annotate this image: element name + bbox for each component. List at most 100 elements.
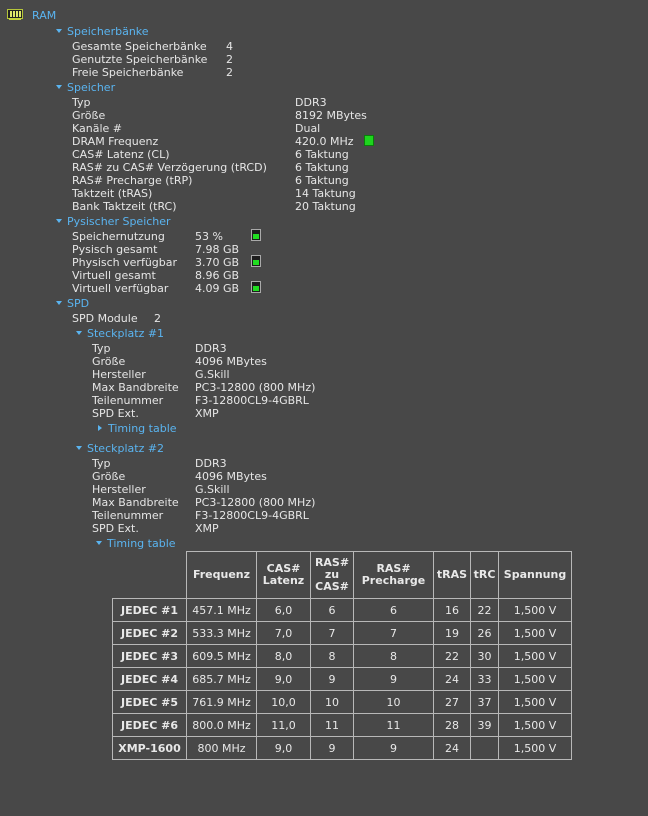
table-row: JEDEC #2 533.3 MHz 7,0 7 7 19 26 1,500 V — [112, 621, 572, 645]
chevron-down-icon[interactable] — [56, 29, 62, 33]
chevron-down-icon[interactable] — [56, 219, 62, 223]
timing-cell — [470, 736, 499, 760]
prop-label: Größe — [92, 355, 126, 368]
usage-gauge-icon — [251, 229, 261, 241]
prop-label: Kanäle # — [72, 122, 123, 135]
tree-root-ram[interactable]: RAM — [32, 9, 56, 22]
timing-cell: 9 — [353, 667, 434, 691]
tree-node-timing-table-2[interactable]: Timing table — [96, 537, 176, 550]
table-row: JEDEC #1 457.1 MHz 6,0 6 6 16 22 1,500 V — [112, 598, 572, 622]
prop-label: Pysisch gesamt — [72, 243, 158, 256]
timing-header-cell: Spannung — [498, 551, 572, 599]
timing-cell: 1,500 V — [498, 621, 572, 645]
timing-cell: 685.7 MHz — [186, 667, 257, 691]
frequency-indicator-icon — [364, 135, 374, 146]
table-row: XMP-1600 800 MHz 9,0 9 9 24 1,500 V — [112, 736, 572, 760]
timing-cell: 8 — [310, 644, 354, 668]
prop-label: DRAM Frequenz — [72, 135, 159, 148]
timing-cell: XMP-1600 — [112, 736, 187, 760]
chevron-right-icon[interactable] — [98, 425, 102, 431]
timing-cell: 6,0 — [256, 598, 311, 622]
prop-label: Taktzeit (tRAS) — [72, 187, 153, 200]
tree-node-timing-table-1[interactable]: Timing table — [98, 422, 177, 435]
prop-value: Dual — [295, 122, 321, 135]
timing-cell: 9 — [353, 736, 434, 760]
prop-value: 3.70 GB — [195, 256, 240, 269]
timing-cell: 7,0 — [256, 621, 311, 645]
prop-value: 420.0 MHz — [295, 135, 354, 148]
prop-label: Typ — [72, 96, 91, 109]
timing-cell: 800.0 MHz — [186, 713, 257, 737]
usage-gauge-icon — [251, 281, 261, 293]
timing-cell: 1,500 V — [498, 598, 572, 622]
tree-node-physical[interactable]: Pysischer Speicher — [56, 215, 171, 228]
timing-cell: 9 — [310, 667, 354, 691]
timing-cell: 1,500 V — [498, 713, 572, 737]
tree-node-spd[interactable]: SPD — [56, 297, 89, 310]
prop-label: Freie Speicherbänke — [72, 66, 184, 79]
prop-value: 14 Taktung — [295, 187, 356, 200]
tree-node-banks[interactable]: Speicherbänke — [56, 25, 149, 38]
timing-cell: 11,0 — [256, 713, 311, 737]
chevron-down-icon[interactable] — [96, 541, 102, 545]
prop-value: 2 — [226, 53, 233, 66]
tree-node-memory[interactable]: Speicher — [56, 81, 115, 94]
prop-value: 7.98 GB — [195, 243, 240, 256]
prop-value: 2 — [226, 66, 233, 79]
timing-cell: 6 — [310, 598, 354, 622]
timing-cell: 533.3 MHz — [186, 621, 257, 645]
prop-value: G.Skill — [195, 368, 230, 381]
tree-node-slot-1[interactable]: Steckplatz #1 — [76, 327, 164, 340]
section-title: Timing table — [107, 537, 176, 550]
section-title: Steckplatz #2 — [87, 442, 165, 455]
section-title: Speicherbänke — [67, 25, 149, 38]
timing-cell: 16 — [433, 598, 471, 622]
prop-label: Max Bandbreite — [92, 496, 179, 509]
timing-cell: 28 — [433, 713, 471, 737]
prop-label: Bank Taktzeit (tRC) — [72, 200, 177, 213]
timing-cell: 1,500 V — [498, 736, 572, 760]
timing-header-cell: RAS# Precharge — [353, 551, 434, 599]
timing-cell: 22 — [470, 598, 499, 622]
timing-cell: 1,500 V — [498, 667, 572, 691]
section-title: SPD — [67, 297, 90, 310]
timing-cell: JEDEC #5 — [112, 690, 187, 714]
prop-label: Hersteller — [92, 368, 146, 381]
timing-header-cell: tRC — [470, 551, 499, 599]
prop-value: 4096 MBytes — [195, 355, 267, 368]
timing-cell: 9,0 — [256, 667, 311, 691]
prop-value: 6 Taktung — [295, 148, 349, 161]
section-title: Timing table — [108, 422, 177, 435]
prop-label: Teilenummer — [92, 509, 164, 522]
prop-value: F3-12800CL9-4GBRL — [195, 509, 309, 522]
timing-cell: 7 — [310, 621, 354, 645]
prop-label: CAS# Latenz (CL) — [72, 148, 170, 161]
timing-cell: 11 — [310, 713, 354, 737]
section-title: Speicher — [67, 81, 116, 94]
chevron-down-icon[interactable] — [56, 301, 62, 305]
prop-label: Typ — [92, 457, 111, 470]
tree-node-slot-2[interactable]: Steckplatz #2 — [76, 442, 164, 455]
prop-label: RAS# zu CAS# Verzögerung (tRCD) — [72, 161, 267, 174]
prop-value: DDR3 — [295, 96, 327, 109]
prop-value: G.Skill — [195, 483, 230, 496]
timing-cell: 6 — [353, 598, 434, 622]
chevron-down-icon[interactable] — [56, 85, 62, 89]
timing-header-row: Frequenz CAS# Latenz RAS# zu CAS# RAS# P… — [112, 551, 572, 599]
chevron-down-icon[interactable] — [76, 331, 82, 335]
timing-cell: 1,500 V — [498, 690, 572, 714]
prop-label: Speichernutzung — [72, 230, 165, 243]
prop-label: Teilenummer — [92, 394, 164, 407]
prop-value: 4096 MBytes — [195, 470, 267, 483]
ram-icon — [7, 9, 23, 20]
chevron-down-icon[interactable] — [76, 446, 82, 450]
prop-value: XMP — [195, 407, 219, 420]
prop-label: Typ — [92, 342, 111, 355]
timing-cell: 8,0 — [256, 644, 311, 668]
prop-label: Max Bandbreite — [92, 381, 179, 394]
prop-value: 6 Taktung — [295, 161, 349, 174]
timing-cell: JEDEC #3 — [112, 644, 187, 668]
timing-cell: JEDEC #6 — [112, 713, 187, 737]
timing-header-cell: RAS# zu CAS# — [310, 551, 354, 599]
timing-cell: JEDEC #1 — [112, 598, 187, 622]
